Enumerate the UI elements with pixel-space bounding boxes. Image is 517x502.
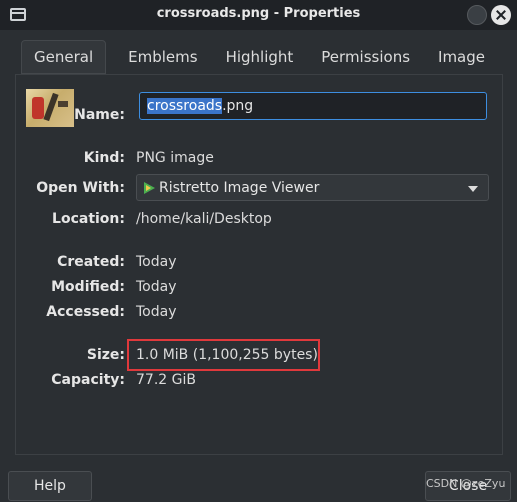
watermark: CSDN @zeZyu (426, 477, 506, 490)
name-field[interactable]: crossroads.png (139, 92, 487, 120)
tab-emblems[interactable]: Emblems (114, 40, 211, 74)
tab-image[interactable]: Image (424, 40, 499, 74)
open-with-label: Open With: (36, 180, 125, 196)
close-window-button[interactable] (491, 5, 511, 25)
size-label: Size: (86, 347, 125, 363)
window-title: crossroads.png - Properties (156, 6, 361, 21)
size-annotation-box (127, 339, 320, 371)
ristretto-app-icon (144, 182, 155, 194)
file-thumbnail (26, 89, 74, 127)
tab-permissions[interactable]: Permissions (307, 40, 424, 74)
location-value: /home/kali/Desktop (136, 211, 272, 227)
created-value: Today (136, 254, 177, 270)
name-extension: .png (222, 98, 254, 114)
accessed-label: Accessed: (46, 304, 125, 320)
capacity-label: Capacity: (51, 372, 125, 388)
chevron-down-icon (468, 186, 478, 192)
modified-label: Modified: (51, 279, 125, 295)
tab-bar: General Emblems Highlight Permissions Im… (16, 40, 503, 74)
kind-value: PNG image (136, 150, 214, 166)
modified-value: Today (136, 279, 177, 295)
name-label: Name: (74, 107, 125, 123)
created-label: Created: (57, 254, 125, 270)
minimize-button[interactable] (467, 5, 487, 25)
title-bar: crossroads.png - Properties (0, 0, 517, 30)
accessed-value: Today (136, 304, 177, 320)
tab-highlight[interactable]: Highlight (212, 40, 308, 74)
kind-label: Kind: (83, 150, 125, 166)
open-with-dropdown[interactable]: Ristretto Image Viewer (136, 174, 489, 201)
name-selection: crossroads (147, 98, 223, 114)
open-with-value: Ristretto Image Viewer (159, 180, 320, 196)
capacity-value: 77.2 GiB (136, 372, 196, 388)
tab-general[interactable]: General (21, 40, 107, 74)
help-button[interactable]: Help (8, 471, 92, 501)
location-label: Location: (52, 211, 125, 227)
